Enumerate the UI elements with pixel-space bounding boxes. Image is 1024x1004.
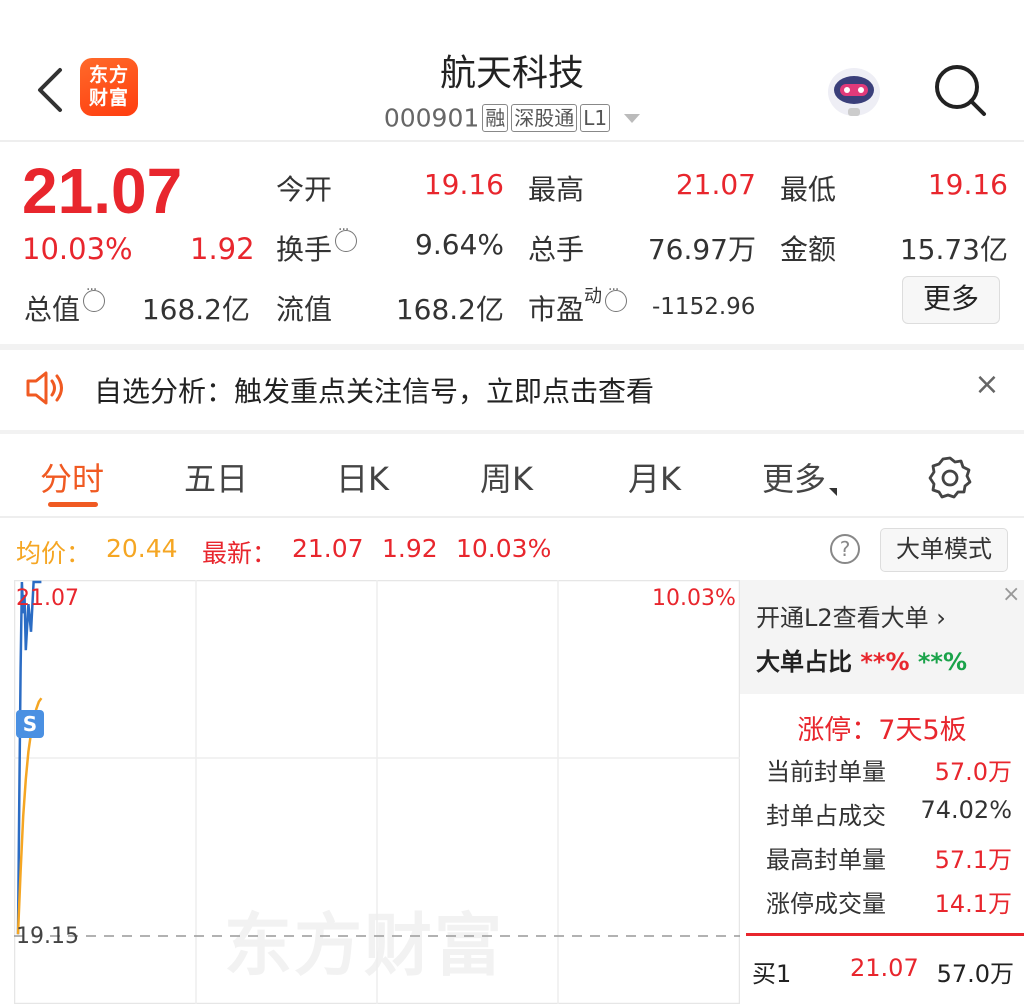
row-value: 14.1万 — [934, 890, 1012, 918]
active-tab-indicator — [48, 502, 98, 507]
chart-tabs: 分时 五日 日K 周K 月K 更多 — [0, 434, 1024, 518]
buy1-label: 买1 — [752, 960, 792, 988]
tab-more[interactable]: 更多 — [762, 454, 838, 500]
tab-daily-k[interactable]: 日K — [336, 454, 389, 500]
chart-header: 均价： 20.44 最新： 21.07 1.92 10.03% ? 大单模式 — [0, 520, 1024, 578]
float-value: 168.2亿 — [395, 293, 504, 326]
stock-detail-page: 东方财富 航天科技 000901 融深股通 L1 21.07 10.03% 1.92… — [0, 0, 1024, 1004]
l2-promo[interactable]: 开通L2查看大单 › × 大单占比 **% **% — [740, 580, 1024, 694]
list-item: 涨停成交量 14.1万 — [766, 884, 1012, 919]
row-label: 涨停成交量 — [766, 890, 886, 918]
list-item: 当前封单量 57.0万 — [766, 752, 1012, 787]
header: 东方财富 航天科技 000901 融深股通 L1 — [0, 0, 1024, 142]
speaker-icon — [26, 371, 63, 405]
tab-more-label: 更多 — [762, 460, 827, 498]
float-label: 流值 — [276, 293, 333, 326]
mktcap-value: 168.2亿 — [141, 293, 250, 326]
change-amount: 1.92 — [190, 232, 255, 266]
low-label: 最低 — [780, 173, 837, 206]
turnover-label-text: 换手 — [276, 233, 333, 266]
intraday-chart[interactable]: 东方财富 21.07 10.03% 19.15 S — [14, 580, 740, 1004]
help-icon[interactable]: ? — [830, 534, 860, 564]
prev-close-label: 19.15 — [16, 924, 79, 949]
avg-price-label: 均价： — [16, 539, 92, 568]
top-percent-label: 10.03% — [652, 586, 736, 611]
info-more-icon[interactable] — [335, 222, 358, 252]
quote-panel: 21.07 10.03% 1.92 今开 19.16 最高 21.07 最低 1… — [0, 144, 1024, 344]
buy1-volume: 57.0万 — [936, 960, 1014, 988]
info-more-icon[interactable] — [605, 282, 628, 312]
volume-value: 76.97万 — [647, 233, 756, 266]
margin-tag: 融 — [482, 104, 509, 132]
current-price: 21.07 — [22, 155, 183, 227]
close-icon[interactable]: × — [972, 370, 1002, 400]
mktcap-label-text: 总值 — [24, 293, 81, 326]
volume-label: 总手 — [528, 233, 585, 266]
chart-grid — [14, 580, 740, 1004]
low-value: 19.16 — [927, 168, 1008, 201]
list-item: 最高封单量 57.1万 — [766, 840, 1012, 875]
avg-price-value: 20.44 — [106, 534, 178, 563]
row-label: 封单占成交 — [766, 802, 886, 830]
more-quote-button[interactable]: 更多 — [902, 276, 1000, 324]
row-label: 最高封单量 — [766, 846, 886, 874]
latest-percent-value: 10.03% — [456, 534, 552, 563]
buy-level-1: 买1 21.07 57.0万 — [752, 954, 1014, 989]
stock-code: 000901 — [383, 103, 480, 133]
open-value: 19.16 — [423, 168, 504, 201]
sell-marker[interactable]: S — [16, 710, 44, 738]
intraday-chart-svg — [14, 580, 740, 1004]
tab-intraday[interactable]: 分时 — [40, 454, 104, 500]
row-label: 当前封单量 — [766, 758, 886, 786]
big-order-ratio: 大单占比 **% **% — [756, 642, 967, 677]
big-order-ratio-label: 大单占比 — [756, 648, 852, 676]
big-order-buy-ratio: **% — [860, 648, 910, 676]
latest-price-value: 21.07 — [292, 534, 364, 563]
mktcap-label[interactable]: 总值 — [24, 282, 106, 328]
limit-up-title: 涨停：7天5板 — [797, 715, 967, 746]
big-order-mode-button[interactable]: 大单模式 — [880, 528, 1008, 572]
gear-icon[interactable] — [926, 454, 974, 502]
search-icon[interactable] — [930, 60, 990, 120]
chevron-right-icon: › — [936, 604, 946, 632]
chevron-down-icon[interactable] — [624, 113, 641, 123]
close-icon[interactable]: × — [1002, 582, 1020, 607]
info-more-icon[interactable] — [83, 282, 106, 312]
open-label: 今开 — [276, 173, 333, 206]
notice-bar[interactable]: 自选分析：触发重点关注信号，立即点击查看 × — [0, 350, 1024, 430]
row-value: 74.02% — [920, 796, 1012, 824]
connect-tag: 深股通 — [511, 104, 578, 132]
robot-assistant-icon[interactable] — [822, 62, 886, 122]
turnover-label[interactable]: 换手 — [276, 222, 358, 268]
pe-dynamic-sup: 动 — [584, 286, 603, 307]
amount-label: 金额 — [780, 233, 837, 266]
tab-weekly-k[interactable]: 周K — [480, 454, 533, 500]
tab-five-day[interactable]: 五日 — [184, 454, 248, 500]
order-panel: 开通L2查看大单 › × 大单占比 **% **% 涨停：7天5板 当前封单量 5… — [740, 580, 1024, 1004]
top-price-label: 21.07 — [16, 586, 79, 611]
amount-value: 15.73亿 — [899, 233, 1008, 266]
level-tag: L1 — [580, 104, 611, 132]
latest-change-value: 1.92 — [382, 534, 438, 563]
l2-promo-text[interactable]: 开通L2查看大单 › — [756, 598, 946, 633]
corner-triangle-icon — [829, 488, 838, 496]
pe-label[interactable]: 市盈动 — [528, 282, 628, 328]
high-label: 最高 — [528, 173, 585, 206]
change-percent: 10.03% — [22, 232, 133, 266]
row-value: 57.0万 — [934, 758, 1012, 786]
list-item: 封单占成交 74.02% — [766, 796, 1012, 831]
high-value: 21.07 — [675, 168, 756, 201]
row-value: 57.1万 — [934, 846, 1012, 874]
buy1-price: 21.07 — [850, 954, 919, 982]
notice-text[interactable]: 自选分析：触发重点关注信号，立即点击查看 — [94, 370, 654, 410]
big-order-sell-ratio: **% — [917, 648, 968, 676]
turnover-value: 9.64% — [415, 228, 504, 261]
l2-promo-label: 开通L2查看大单 — [756, 604, 929, 632]
pe-value: -1152.96 — [652, 294, 756, 320]
pe-label-text: 市盈 — [528, 293, 585, 326]
divider — [746, 933, 1024, 936]
tab-monthly-k[interactable]: 月K — [628, 454, 681, 500]
latest-price-label: 最新： — [202, 539, 278, 568]
